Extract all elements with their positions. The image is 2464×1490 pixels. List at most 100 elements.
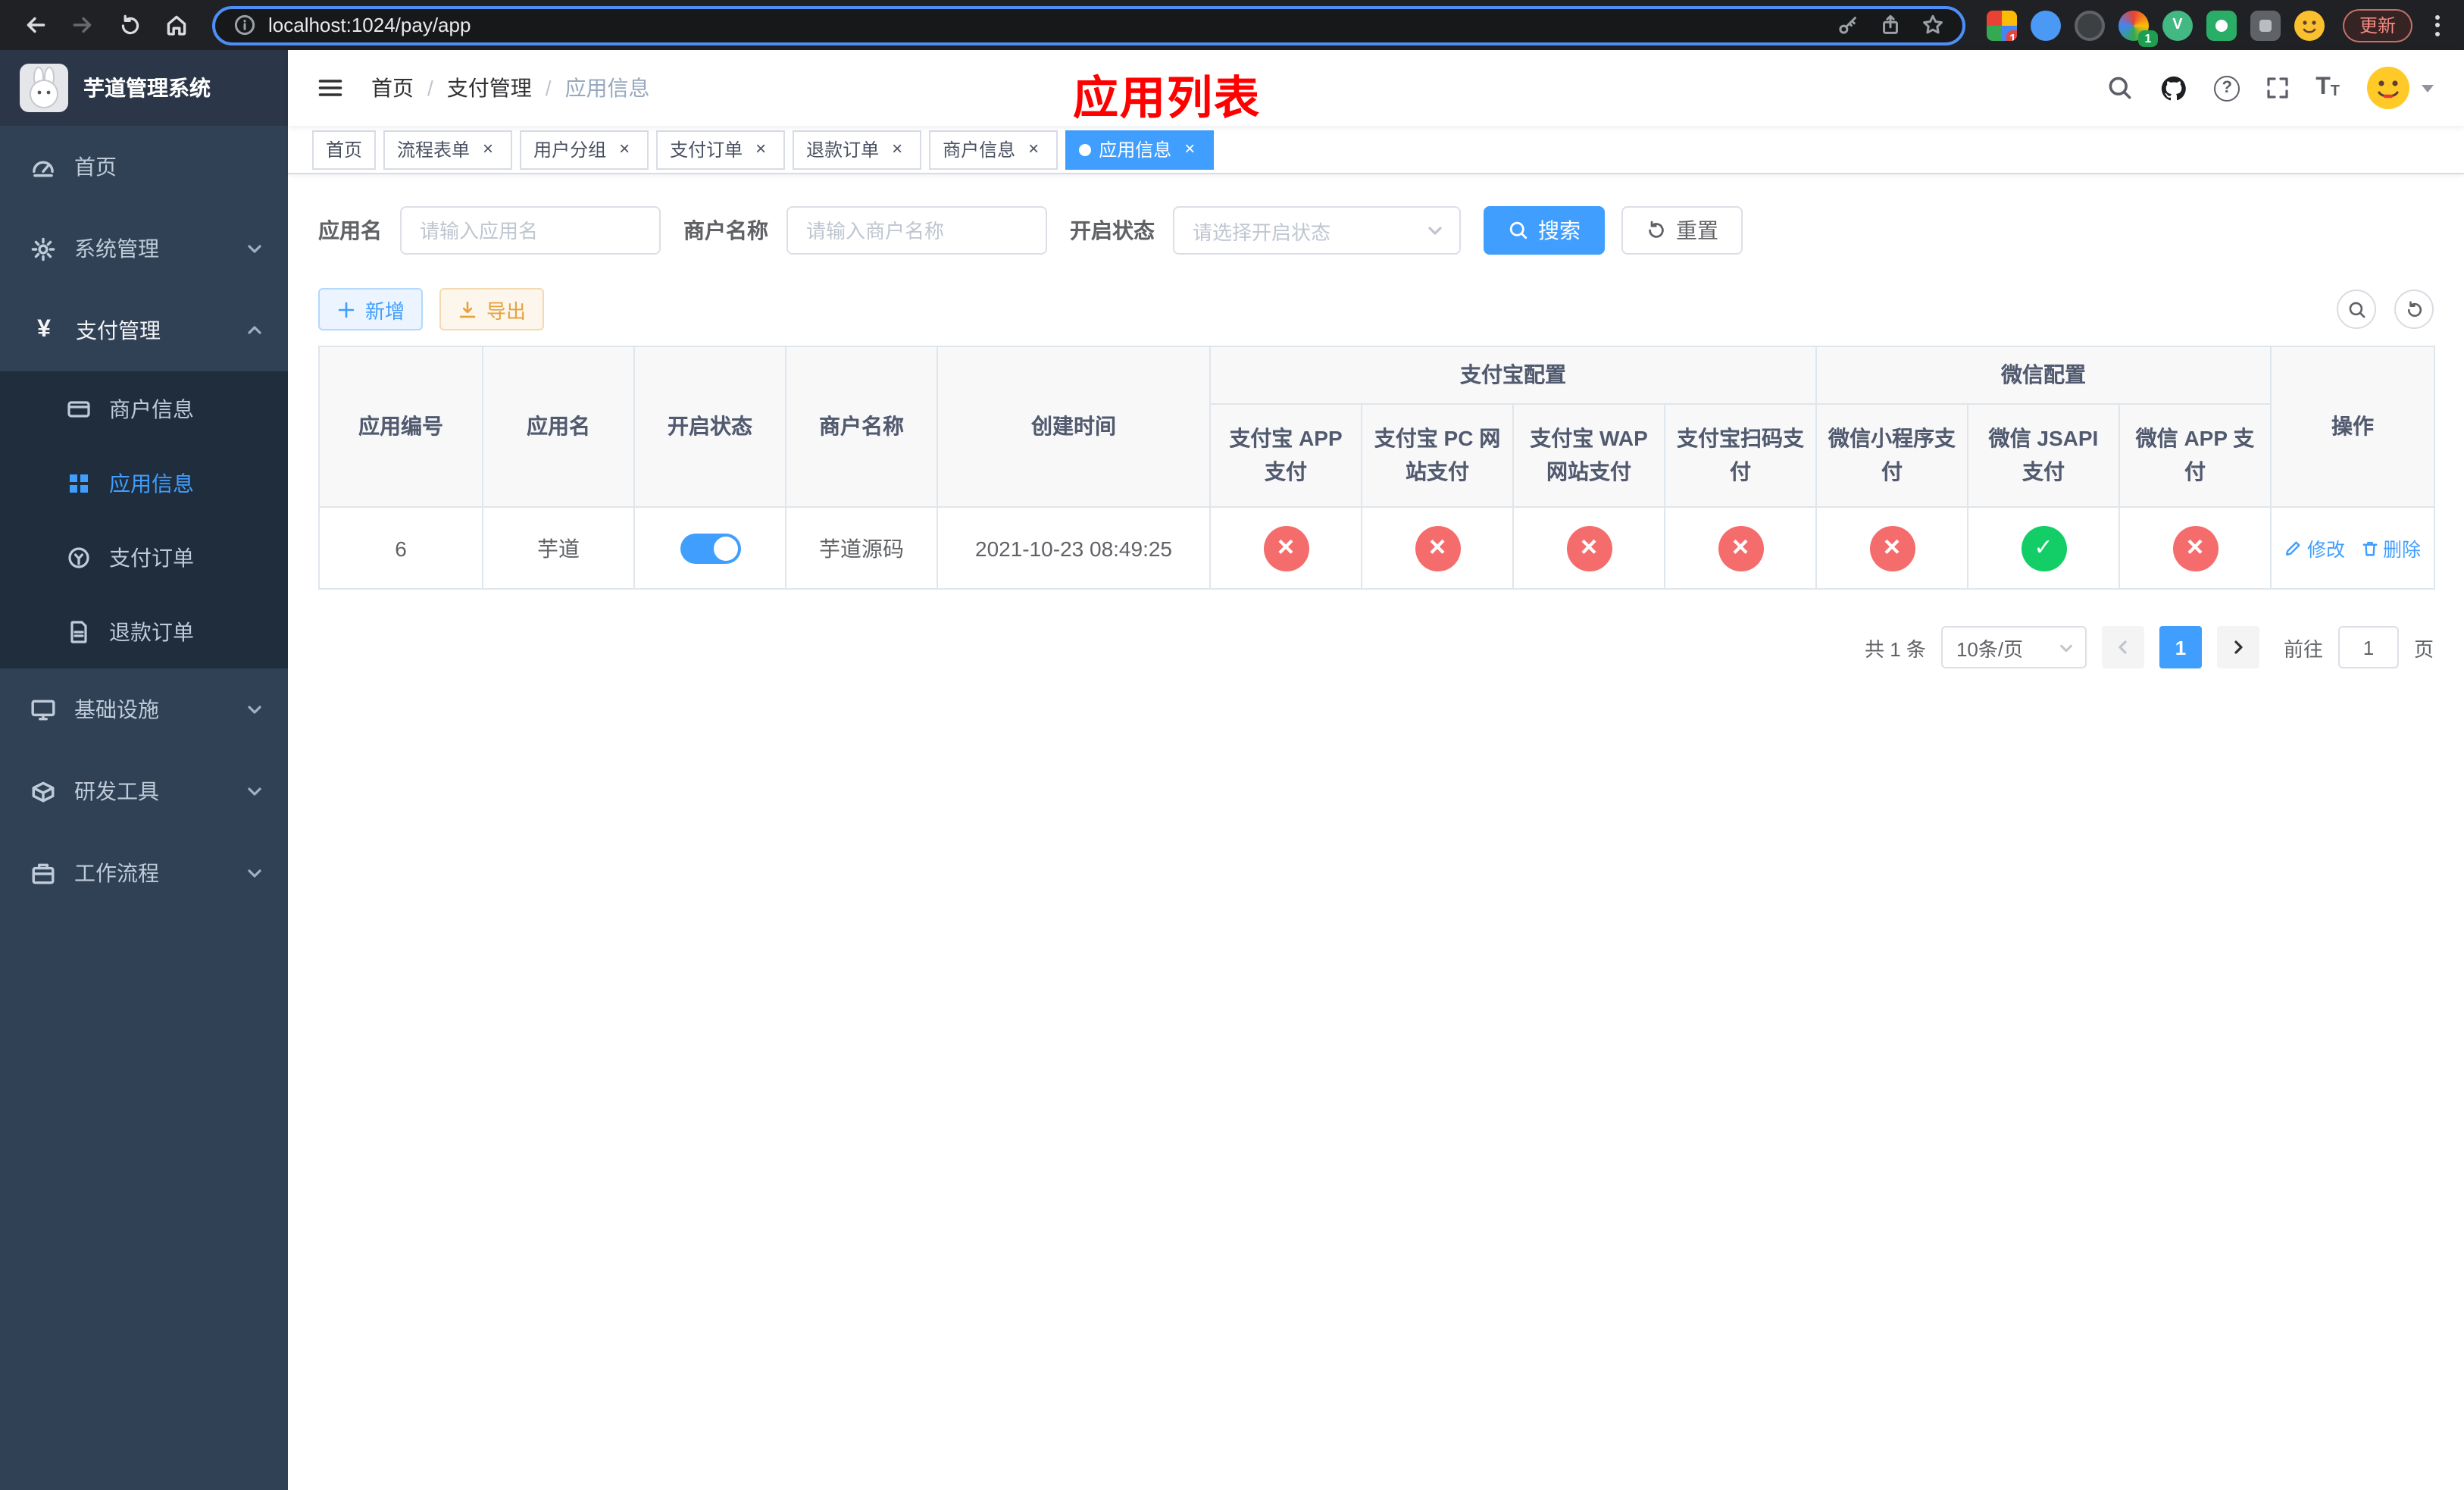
delete-button[interactable]: 删除 [2360, 534, 2421, 562]
edit-button[interactable]: 修改 [2284, 534, 2345, 562]
sidebar-logo: 芋道管理系统 [0, 50, 288, 126]
tab-label: 商户信息 [943, 139, 1016, 161]
hide-search-button[interactable] [2337, 290, 2376, 329]
col-group-wechat: 微信配置 [1815, 346, 2272, 405]
sidebar-item-dev-tools[interactable]: 研发工具 [0, 750, 288, 832]
sidebar-item-payment[interactable]: ¥ 支付管理 [0, 290, 288, 371]
page-number-1[interactable]: 1 [2159, 626, 2202, 668]
extension-icon-5[interactable]: V [2162, 10, 2193, 40]
export-button[interactable]: 导出 [439, 288, 545, 330]
next-page-button[interactable] [2216, 626, 2259, 668]
search-icon[interactable] [2106, 74, 2134, 102]
cross-circle-icon [2172, 525, 2218, 571]
sidebar-item-payment-orders[interactable]: 支付订单 [0, 520, 288, 594]
add-button[interactable]: 新增 [318, 288, 424, 330]
caret-down-icon [2422, 84, 2434, 92]
tab-user-group[interactable]: 用户分组 × [520, 130, 649, 169]
sidebar-item-label: 应用信息 [109, 471, 194, 495]
sidebar-item-label: 工作流程 [74, 861, 159, 885]
bookmark-star-icon[interactable] [1921, 14, 1944, 36]
user-menu[interactable] [2366, 65, 2434, 111]
status-toggle[interactable] [680, 533, 740, 563]
app-name-input[interactable] [400, 206, 661, 255]
font-size-icon[interactable]: TT [2315, 75, 2340, 100]
extension-icon-8[interactable] [2294, 10, 2325, 40]
back-icon [27, 17, 45, 33]
share-icon[interactable] [1879, 14, 1902, 36]
fullscreen-icon[interactable] [2265, 76, 2290, 100]
browser-reload-button[interactable] [109, 5, 150, 45]
browser-forward-button[interactable] [62, 5, 103, 45]
home-icon [167, 15, 186, 36]
tab-process-form[interactable]: 流程表单 × [383, 130, 513, 169]
tab-app-info-active[interactable]: 应用信息 × [1065, 130, 1215, 169]
pagination-total: 共 1 条 [1865, 637, 1926, 660]
close-icon[interactable]: × [1179, 138, 1200, 160]
active-dot [1079, 143, 1092, 155]
sidebar-item-workflow[interactable]: 工作流程 [0, 832, 288, 914]
extension-icon-1[interactable]: 10 [1986, 10, 2017, 40]
cell-alipay-wap [1512, 506, 1665, 590]
refresh-table-button[interactable] [2394, 290, 2434, 329]
col-header-alipay-wap: 支付宝 WAP 网站支付 [1512, 403, 1665, 508]
suitcase-icon [32, 862, 55, 884]
screenshot-root: localhost:1024/pay/app 10 1 V [0, 0, 2464, 1490]
sidebar-item-app-info[interactable]: 应用信息 [0, 446, 288, 520]
sidebar-item-system[interactable]: 系统管理 [0, 208, 288, 290]
github-icon[interactable] [2159, 74, 2188, 102]
page-size-select[interactable]: 10条/页 [1940, 626, 2087, 668]
breadcrumb-home[interactable]: 首页 [371, 73, 414, 103]
close-icon[interactable]: × [886, 138, 908, 160]
chevron-left-icon [2118, 640, 2127, 654]
sidebar-item-label: 基础设施 [74, 697, 159, 722]
close-icon[interactable]: × [750, 138, 771, 160]
key-icon[interactable] [1837, 14, 1859, 36]
close-icon[interactable]: × [614, 138, 635, 160]
table-tools [2337, 290, 2434, 329]
monitor-icon [31, 699, 55, 720]
sidebar-item-home[interactable]: 首页 [0, 126, 288, 208]
col-header-created: 创建时间 [937, 346, 1211, 508]
reset-button[interactable]: 重置 [1621, 206, 1743, 255]
goto-page-input[interactable] [2337, 626, 2399, 668]
cross-circle-icon [1263, 525, 1309, 571]
filter-merchant-name: 商户名称 [683, 206, 1047, 255]
close-icon[interactable]: × [477, 138, 499, 160]
merchant-name-input[interactable] [786, 206, 1047, 255]
browser-home-button[interactable] [156, 5, 197, 45]
status-select[interactable]: 请选择开启状态 [1173, 206, 1461, 255]
extension-icon-2[interactable] [2030, 10, 2061, 40]
close-icon[interactable]: × [1023, 138, 1044, 160]
browser-back-button[interactable] [15, 5, 56, 45]
tab-home[interactable]: 首页 [312, 130, 377, 169]
breadcrumb-payment[interactable]: 支付管理 [447, 73, 532, 103]
cell-merchant: 芋道源码 [785, 506, 938, 590]
search-button[interactable]: 搜索 [1484, 206, 1605, 255]
browser-update-button[interactable]: 更新 [2342, 8, 2412, 42]
sidebar-item-label: 商户信息 [109, 396, 194, 421]
sidebar: 芋道管理系统 首页 系统管理 ¥ 支付管理 商户信息 应用信息 支付订单 退款订… [0, 50, 288, 1490]
status-label: 开启状态 [1070, 218, 1155, 243]
tab-payment-orders[interactable]: 支付订单 × [656, 130, 786, 169]
tab-merchant-info[interactable]: 商户信息 × [929, 130, 1058, 169]
pagination: 共 1 条 10条/页 1 前往 页 [318, 626, 2434, 668]
sidebar-item-infrastructure[interactable]: 基础设施 [0, 668, 288, 750]
sidebar-item-refund-orders[interactable]: 退款订单 [0, 594, 288, 668]
browser-menu-button[interactable] [2422, 14, 2452, 36]
help-icon[interactable]: ? [2214, 75, 2240, 101]
tab-refund-orders[interactable]: 退款订单 × [793, 130, 922, 169]
page-title-annotation: 应用列表 [1073, 74, 1261, 124]
prev-page-button[interactable] [2101, 626, 2144, 668]
edit-label: 修改 [2306, 540, 2345, 561]
extension-icon-4[interactable]: 1 [2118, 10, 2158, 46]
extension-icon-7[interactable] [2250, 10, 2281, 40]
breadcrumb-separator: / [545, 76, 552, 100]
extension-icon-6[interactable] [2206, 10, 2237, 40]
sidebar-toggle-button[interactable] [311, 68, 350, 108]
grid-icon [70, 474, 88, 492]
col-header-wechat-jsapi: 微信 JSAPI 支付 [1967, 403, 2120, 508]
table-row: 6 芋道 芋道源码 2021-10-23 08:49:25 × × × × × … [318, 506, 2435, 590]
address-bar[interactable]: localhost:1024/pay/app [212, 5, 1965, 45]
sidebar-item-merchant-info[interactable]: 商户信息 [0, 371, 288, 446]
extension-icon-3[interactable] [2074, 10, 2105, 40]
